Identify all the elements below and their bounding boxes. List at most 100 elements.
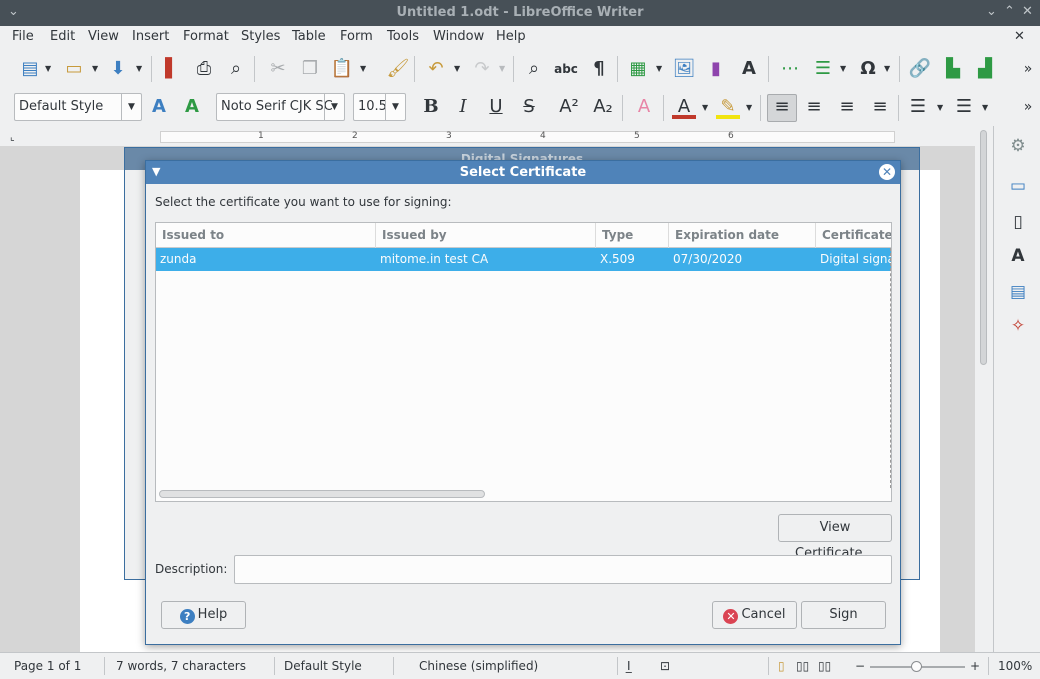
chevron-down-icon[interactable]: ▼	[121, 94, 141, 120]
strikethrough-icon[interactable]: S	[517, 95, 541, 119]
italic-icon[interactable]: I	[451, 95, 475, 119]
multi-page-view-icon[interactable]: ▯▯	[796, 659, 809, 673]
undo-icon[interactable]: ↶	[424, 57, 448, 81]
new-dropdown-icon[interactable]: ▼	[45, 64, 51, 73]
minimize-icon[interactable]: ⌄	[986, 4, 997, 19]
table-dropdown-icon[interactable]: ▼	[656, 64, 662, 73]
navigator-icon[interactable]: ✧	[1006, 314, 1030, 338]
update-style-icon[interactable]: A	[147, 95, 171, 119]
description-field[interactable]	[234, 555, 892, 584]
horizontal-ruler[interactable]: ⌞ 1 2 3 4 5 6	[0, 126, 975, 146]
insert-table-icon[interactable]: ▦	[626, 57, 650, 81]
styles-icon[interactable]: A	[1006, 244, 1030, 268]
print-icon[interactable]: ⎙	[192, 57, 216, 81]
menu-file[interactable]: File	[12, 29, 34, 44]
save-dropdown-icon[interactable]: ▼	[136, 64, 142, 73]
open-folder-icon[interactable]: ▭	[62, 57, 86, 81]
field-dropdown-icon[interactable]: ▼	[840, 64, 846, 73]
redo-icon[interactable]: ↷	[470, 57, 494, 81]
word-count[interactable]: 7 words, 7 characters	[116, 659, 246, 673]
view-certificate-button[interactable]: View Certificate...	[778, 514, 892, 561]
bullets-dropdown-icon[interactable]: ▼	[937, 103, 943, 112]
close-icon[interactable]: ✕	[879, 164, 895, 180]
align-right-icon[interactable]: ≡	[835, 95, 859, 119]
new-style-icon[interactable]: A	[180, 95, 204, 119]
tab-stop-icon[interactable]: ⌞	[10, 132, 15, 143]
redo-dropdown-icon[interactable]: ▼	[499, 64, 505, 73]
scrollbar-thumb[interactable]	[980, 130, 987, 365]
help-button[interactable]: ? Help	[161, 601, 246, 629]
align-left-icon[interactable]: ≡	[767, 94, 797, 122]
align-center-icon[interactable]: ≡	[802, 95, 826, 119]
dialog-menu-icon[interactable]: ▼	[152, 165, 160, 178]
more-tools-icon[interactable]: »	[1016, 57, 1040, 81]
font-color-dropdown-icon[interactable]: ▼	[702, 103, 708, 112]
menu-insert[interactable]: Insert	[132, 29, 169, 44]
close-document-icon[interactable]: ✕	[1014, 29, 1025, 44]
open-dropdown-icon[interactable]: ▼	[92, 64, 98, 73]
single-page-view-icon[interactable]: ▯	[778, 659, 785, 673]
formatting-marks-icon[interactable]: ¶	[587, 57, 611, 81]
column-issued-by[interactable]: Issued by	[376, 223, 596, 248]
chevron-down-icon[interactable]: ▼	[324, 94, 344, 120]
maximize-icon[interactable]: ⌃	[1004, 4, 1015, 19]
menu-window[interactable]: Window	[433, 29, 484, 44]
menu-format[interactable]: Format	[183, 29, 229, 44]
print-preview-icon[interactable]: ⌕	[224, 57, 248, 81]
insert-mode-icon[interactable]: I̲	[627, 659, 631, 673]
column-issued-to[interactable]: Issued to	[156, 223, 376, 248]
insert-image-icon[interactable]: 🖼	[672, 57, 696, 81]
justify-icon[interactable]: ≡	[868, 95, 892, 119]
insert-field-icon[interactable]: ☰	[811, 57, 835, 81]
sign-button[interactable]: Sign	[801, 601, 886, 629]
hyperlink-icon[interactable]: 🔗	[908, 57, 932, 81]
cancel-button[interactable]: ✕ Cancel	[712, 601, 797, 629]
menu-styles[interactable]: Styles	[241, 29, 280, 44]
subscript-icon[interactable]: A₂	[591, 95, 615, 119]
menu-edit[interactable]: Edit	[50, 29, 75, 44]
save-icon[interactable]: ⬇	[106, 57, 130, 81]
cut-icon[interactable]: ✂	[266, 57, 290, 81]
new-document-icon[interactable]: ▤	[18, 57, 42, 81]
vertical-scrollbar[interactable]	[975, 126, 993, 652]
chevron-down-icon[interactable]: ▼	[385, 94, 405, 120]
menu-table[interactable]: Table	[292, 29, 326, 44]
gallery-icon[interactable]: ▤	[1006, 280, 1030, 304]
certificate-list[interactable]: Issued to Issued by Type Expiration date…	[155, 222, 892, 502]
special-char-dropdown-icon[interactable]: ▼	[884, 64, 890, 73]
insert-textbox-icon[interactable]: A	[737, 57, 761, 81]
copy-icon[interactable]: ❐	[298, 57, 322, 81]
bullets-icon[interactable]: ☰	[906, 95, 930, 119]
spelling-icon[interactable]: abc	[554, 57, 578, 81]
insert-page-break-icon[interactable]: ⋯	[778, 57, 802, 81]
page-style[interactable]: Default Style	[284, 659, 362, 673]
zoom-level[interactable]: 100%	[998, 659, 1032, 673]
bold-icon[interactable]: B	[419, 95, 443, 119]
underline-icon[interactable]: U	[484, 95, 508, 119]
numbering-dropdown-icon[interactable]: ▼	[982, 103, 988, 112]
menu-form[interactable]: Form	[340, 29, 373, 44]
properties-icon[interactable]: ▭	[1006, 174, 1030, 198]
close-window-icon[interactable]: ✕	[1022, 4, 1033, 19]
horizontal-scrollbar[interactable]	[159, 490, 485, 498]
table-row[interactable]: zunda mitome.in test CA X.509 07/30/2020…	[156, 248, 891, 271]
page-count[interactable]: Page 1 of 1	[14, 659, 81, 673]
paste-dropdown-icon[interactable]: ▼	[360, 64, 366, 73]
clone-formatting-icon[interactable]: 🖌	[386, 57, 410, 81]
page-icon[interactable]: ▯	[1006, 210, 1030, 234]
zoom-out-icon[interactable]: −	[855, 659, 865, 673]
font-name-combo[interactable]: Noto Serif CJK SC ▼	[216, 93, 345, 121]
menu-help[interactable]: Help	[496, 29, 526, 44]
more-formatting-icon[interactable]: »	[1016, 95, 1040, 119]
paste-icon[interactable]: 📋	[330, 57, 354, 81]
find-replace-icon[interactable]: ⌕	[522, 57, 546, 81]
endnote-icon[interactable]: ▟	[973, 57, 997, 81]
clear-formatting-icon[interactable]: A	[632, 95, 656, 119]
menu-tools[interactable]: Tools	[387, 29, 419, 44]
column-expiration-date[interactable]: Expiration date	[669, 223, 816, 248]
menu-view[interactable]: View	[88, 29, 119, 44]
font-size-combo[interactable]: 10.5 ▼	[353, 93, 406, 121]
highlight-dropdown-icon[interactable]: ▼	[746, 103, 752, 112]
numbering-icon[interactable]: ☰	[952, 95, 976, 119]
footnote-icon[interactable]: ▙	[941, 57, 965, 81]
